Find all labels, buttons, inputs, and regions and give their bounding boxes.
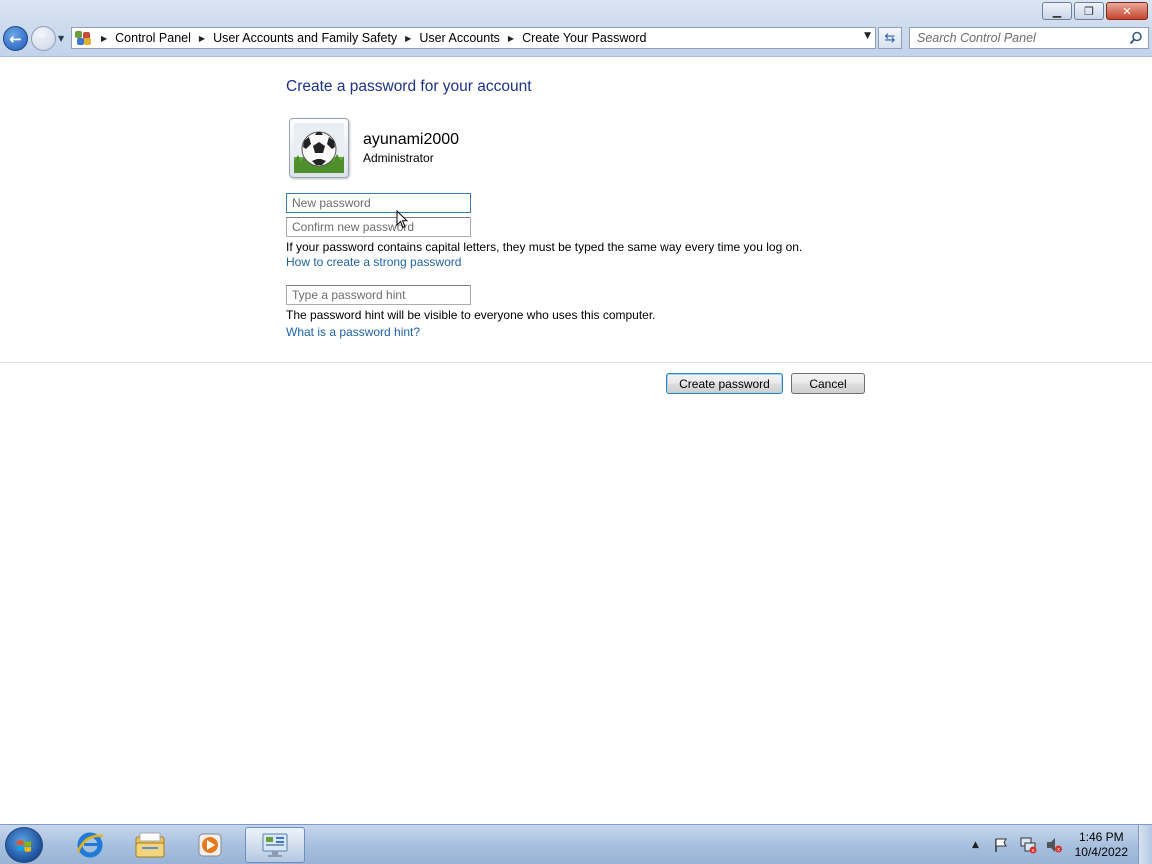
- back-arrow-icon: ←: [9, 29, 22, 48]
- hint-visibility-note: The password hint will be visible to eve…: [286, 308, 656, 322]
- avatar: [289, 118, 349, 178]
- new-password-field[interactable]: [286, 193, 471, 213]
- password-hint-input[interactable]: [287, 286, 470, 304]
- svg-text:x: x: [1031, 848, 1034, 854]
- breadcrumb-separator-icon[interactable]: ▶: [508, 34, 514, 43]
- address-dropdown-icon[interactable]: ▼: [864, 31, 871, 41]
- password-hint-link[interactable]: What is a password hint?: [286, 325, 420, 339]
- divider: [0, 362, 1152, 363]
- media-player-icon: [198, 833, 222, 857]
- svg-text:x: x: [1057, 847, 1060, 853]
- taskbar-media-player[interactable]: [182, 827, 238, 863]
- windows-explorer-icon: [135, 832, 165, 858]
- search-icon[interactable]: [1129, 31, 1143, 45]
- network-icon[interactable]: x: [1019, 836, 1037, 854]
- taskbar-internet-explorer[interactable]: [62, 827, 118, 863]
- breadcrumb-create-your-password[interactable]: Create Your Password: [522, 31, 646, 45]
- control-panel-icon: [262, 833, 288, 857]
- forward-button[interactable]: →: [31, 26, 56, 51]
- windows-start-icon: [17, 840, 31, 852]
- new-password-input[interactable]: [287, 194, 470, 212]
- breadcrumb-user-accounts[interactable]: User Accounts: [419, 31, 500, 45]
- page-title: Create a password for your account: [286, 78, 532, 95]
- close-icon: ✕: [1122, 4, 1132, 18]
- breadcrumb-separator-icon[interactable]: ▶: [405, 34, 411, 43]
- search-input[interactable]: [917, 31, 1127, 45]
- internet-explorer-icon: [76, 832, 104, 858]
- account-username: ayunami2000: [363, 131, 460, 148]
- restore-button[interactable]: ❐: [1074, 2, 1104, 20]
- system-tray: ▲ x x: [972, 825, 1063, 864]
- taskbar-control-panel[interactable]: [245, 827, 305, 863]
- window-controls: ▁ ❐ ✕: [1040, 2, 1148, 20]
- taskbar: ▲ x x 1:46 PM 10/4/2022: [0, 824, 1152, 864]
- breadcrumb-separator-icon[interactable]: ▶: [101, 34, 107, 43]
- address-bar[interactable]: ▶ Control Panel ▶ User Accounts and Fami…: [71, 27, 876, 49]
- back-button[interactable]: ←: [3, 26, 28, 51]
- volume-muted-icon[interactable]: x: [1045, 836, 1063, 854]
- soccer-ball-icon: [294, 123, 344, 173]
- create-password-button[interactable]: Create password: [666, 373, 783, 394]
- breadcrumb-user-accounts-family-safety[interactable]: User Accounts and Family Safety: [213, 31, 397, 45]
- minimize-icon: ▁: [1052, 4, 1062, 18]
- control-panel-icon: [75, 31, 93, 45]
- show-hidden-icons-arrow[interactable]: ▲: [972, 840, 979, 850]
- breadcrumb: ▶ Control Panel ▶ User Accounts and Fami…: [93, 31, 646, 45]
- refresh-button[interactable]: ⇆: [878, 27, 902, 49]
- confirm-password-input[interactable]: [287, 218, 470, 236]
- clock-date: 10/4/2022: [1074, 845, 1128, 859]
- show-desktop-button[interactable]: [1138, 825, 1152, 864]
- close-button[interactable]: ✕: [1106, 2, 1148, 20]
- clock-time: 1:46 PM: [1078, 830, 1124, 844]
- strong-password-link[interactable]: How to create a strong password: [286, 255, 461, 269]
- refresh-icon: ⇆: [884, 30, 896, 46]
- system-clock[interactable]: 1:46 PM 10/4/2022: [1075, 830, 1128, 860]
- cancel-button[interactable]: Cancel: [791, 373, 865, 394]
- taskbar-windows-explorer[interactable]: [122, 827, 178, 863]
- account-role: Administrator: [363, 151, 434, 165]
- window-titlebar: ▁ ❐ ✕ ← → ▼ ▶ Control Panel ▶ User Accou…: [0, 0, 1152, 57]
- mouse-cursor-icon: [396, 210, 408, 229]
- search-box[interactable]: [909, 27, 1149, 49]
- minimize-button[interactable]: ▁: [1042, 2, 1072, 20]
- password-hint-field[interactable]: [286, 285, 471, 305]
- capital-letters-note: If your password contains capital letter…: [286, 240, 803, 254]
- start-button[interactable]: [5, 827, 43, 863]
- main-content: Create a password for your account ayuna…: [0, 58, 1152, 824]
- breadcrumb-separator-icon[interactable]: ▶: [199, 34, 205, 43]
- action-center-flag-icon[interactable]: [993, 837, 1009, 853]
- restore-icon: ❐: [1084, 4, 1094, 18]
- forward-arrow-icon: →: [37, 29, 50, 48]
- recent-pages-dropdown[interactable]: ▼: [58, 34, 64, 43]
- confirm-password-field[interactable]: [286, 217, 471, 237]
- breadcrumb-control-panel[interactable]: Control Panel: [115, 31, 191, 45]
